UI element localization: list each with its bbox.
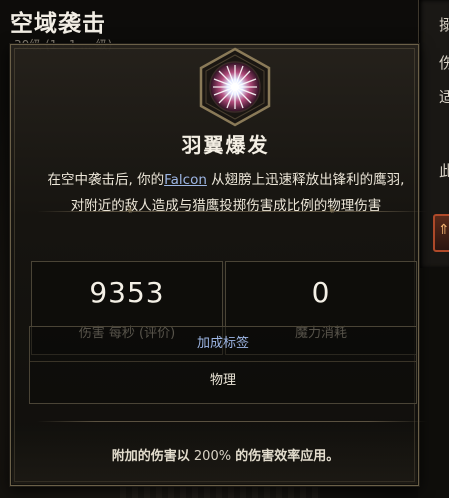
right-panel-text-4: 此: [439, 162, 449, 180]
background-skill-title: 空域袭击: [10, 11, 106, 37]
tag-physical: 物理: [209, 373, 236, 388]
divider-upper: ❦ ❦: [37, 207, 427, 217]
mana-cost-value: 0: [311, 276, 331, 309]
scaling-tags-header[interactable]: 加成标签: [30, 327, 416, 361]
right-panel-text-3: 适: [439, 88, 449, 106]
effectiveness-note-end: 的伤害效率应用。: [235, 449, 340, 464]
right-panel-text-1: 搦: [439, 16, 449, 34]
description-text-start: 在空中袭击后, 你的: [47, 172, 165, 188]
effectiveness-percent: 200%: [189, 449, 236, 464]
right-panel-text-2: 伤: [439, 54, 449, 72]
skill-tooltip: 羽翼爆发 在空中袭击后, 你的Falcon 从翅膀上迅速释放出锋利的鹰羽, 对附…: [10, 44, 427, 486]
divider-ornament-icon: ❦: [126, 206, 134, 216]
divider-lower: [37, 417, 427, 427]
falcon-keyword-link[interactable]: Falcon: [164, 172, 207, 188]
skill-emblem-icon: [199, 47, 271, 127]
scaling-tags-box: 加成标签 物理: [29, 326, 417, 404]
effectiveness-note-start: 附加的伤害以: [111, 449, 190, 464]
dps-value: 9353: [89, 276, 165, 309]
divider-ornament-icon: ❦: [328, 206, 336, 216]
skill-title: 羽翼爆发: [181, 133, 270, 157]
effectiveness-note: 附加的伤害以 200% 的伤害效率应用。: [11, 445, 440, 464]
skill-slot-icon[interactable]: ⇑: [433, 214, 449, 252]
